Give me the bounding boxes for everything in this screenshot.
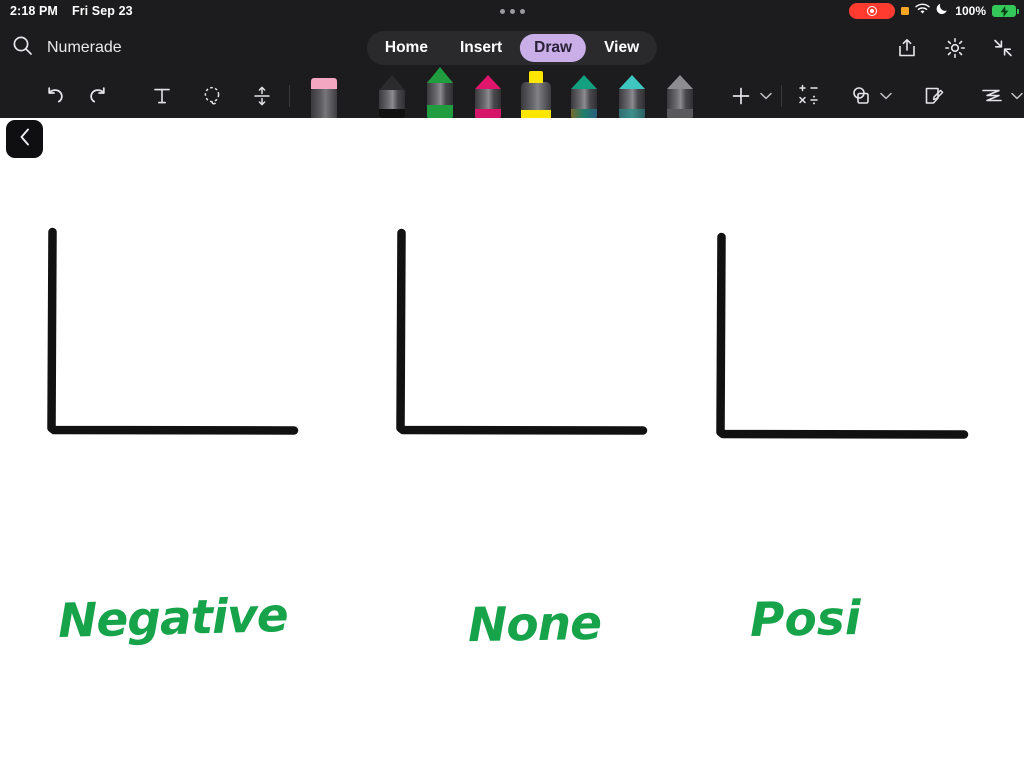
document-title[interactable]: Numerade <box>47 39 122 57</box>
orange-square-icon <box>901 7 910 15</box>
add-tool-chevron-down-icon[interactable] <box>759 74 772 118</box>
label-positive: Posi <box>749 591 862 648</box>
text-t-icon[interactable] <box>143 74 181 118</box>
tab-draw[interactable]: Draw <box>520 34 587 62</box>
insert-space-icon[interactable] <box>243 74 281 118</box>
toolbar-divider-2 <box>780 85 782 107</box>
scribble-icon[interactable] <box>973 74 1011 118</box>
three-dots-handle-icon[interactable] <box>499 8 525 14</box>
shapes-icon[interactable] <box>842 74 880 118</box>
redo-button[interactable] <box>79 74 117 118</box>
plus-icon[interactable] <box>722 74 760 118</box>
record-icon[interactable] <box>849 3 896 19</box>
shapes-chevron-down-icon[interactable] <box>880 74 893 118</box>
status-bar-right: 100% <box>849 0 1019 22</box>
undo-button[interactable] <box>36 74 74 118</box>
lasso-icon[interactable] <box>193 74 231 118</box>
nav-bar: Numerade Home Insert Draw View <box>0 22 1024 74</box>
label-none: None <box>467 595 602 654</box>
settings-gear-icon[interactable] <box>944 37 966 59</box>
highlighter-yellow[interactable] <box>512 71 560 118</box>
status-bar: 2:18 PM Fri Sep 23 100% <box>0 0 1024 22</box>
tab-home[interactable]: Home <box>371 34 442 62</box>
scribble-chevron-down-icon[interactable] <box>1011 74 1024 118</box>
drawing-canvas[interactable]: Negative None Posi <box>0 118 1024 768</box>
pen-magenta[interactable] <box>464 74 512 118</box>
tab-view[interactable]: View <box>590 34 653 62</box>
pen-black[interactable] <box>368 74 416 118</box>
pen-aqua[interactable] <box>608 74 656 118</box>
pen-green[interactable] <box>416 67 464 118</box>
app-root: 2:18 PM Fri Sep 23 100% Numerade Home In… <box>0 0 1024 768</box>
ribbon-tabs: Home Insert Draw View <box>366 31 658 65</box>
battery-percent: 100% <box>955 4 986 18</box>
tab-insert[interactable]: Insert <box>446 34 516 62</box>
note-pencil-icon[interactable] <box>915 74 953 118</box>
nav-right-group <box>896 37 1014 59</box>
search-icon[interactable] <box>12 35 33 61</box>
label-negative: Negative <box>57 588 289 649</box>
handdrawn-axes-group <box>47 227 969 439</box>
axes-panel-negative <box>47 227 299 435</box>
axes-panel-positive <box>716 232 969 439</box>
eraser-tool[interactable] <box>300 74 348 118</box>
nav-left-group: Numerade <box>0 35 122 61</box>
share-icon[interactable] <box>896 37 918 59</box>
pen-tray <box>298 67 704 118</box>
moon-icon <box>936 2 949 20</box>
math-symbols-icon[interactable] <box>790 74 828 118</box>
wifi-icon <box>915 2 930 20</box>
pen-teal[interactable] <box>560 74 608 118</box>
collapse-arrows-icon[interactable] <box>992 37 1014 59</box>
axes-panel-none <box>396 228 648 435</box>
toolbar-divider <box>288 85 290 107</box>
battery-charging-icon <box>992 5 1019 17</box>
pencil-gray[interactable] <box>656 74 704 118</box>
draw-toolbar <box>0 67 1024 118</box>
